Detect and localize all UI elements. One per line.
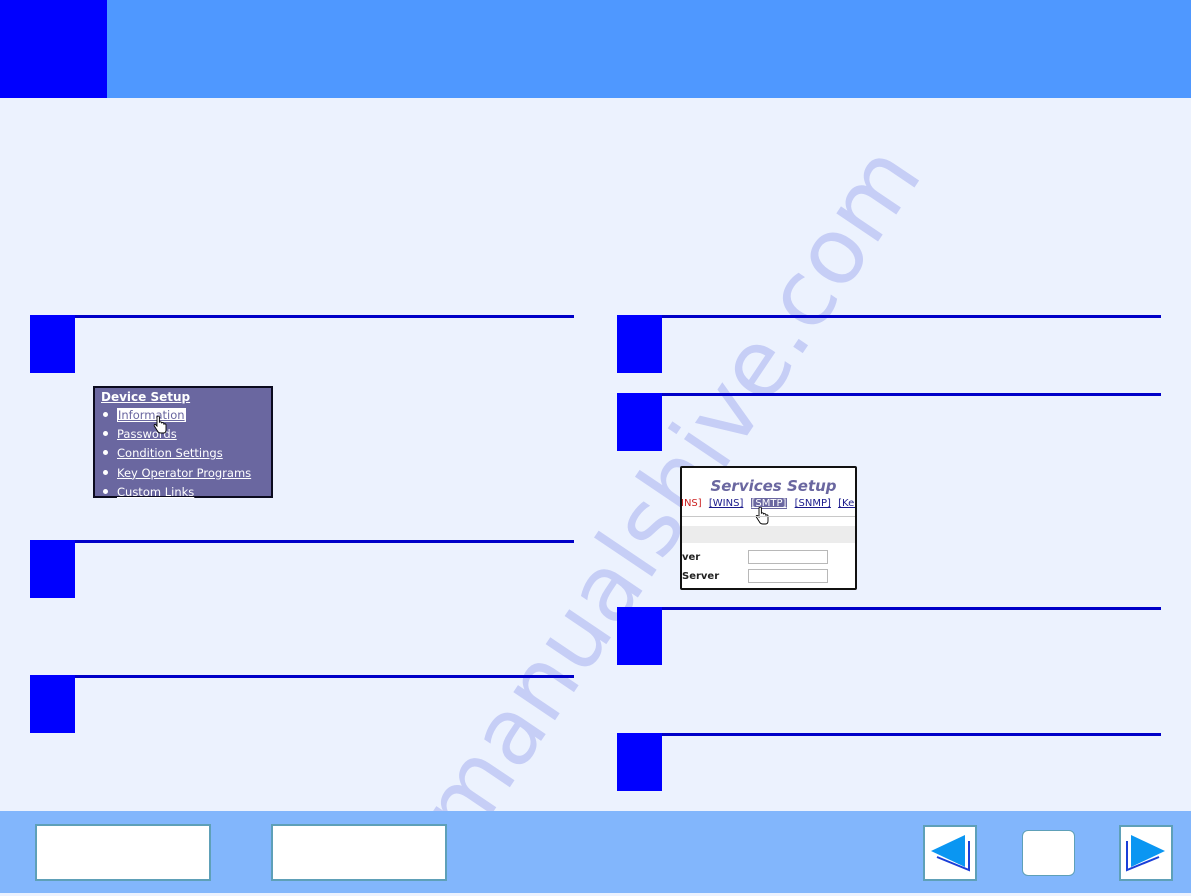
- device-setup-panel: Device Setup Information Passwords Condi…: [93, 386, 273, 499]
- tab-wins[interactable]: [WINS]: [709, 498, 743, 509]
- next-page-button[interactable]: [1119, 825, 1173, 881]
- secondary-server-row: Server: [682, 569, 855, 585]
- step-number: 4: [617, 315, 662, 373]
- step-5: 5: [617, 393, 1161, 451]
- tab-kerberos[interactable]: [Kerber: [838, 498, 855, 509]
- bullet-icon: [103, 412, 108, 417]
- key-operator-programs-link[interactable]: Key Operator Programs: [117, 466, 251, 480]
- step-number: 7: [617, 733, 662, 791]
- step-rule: [662, 733, 1161, 736]
- device-setup-item-passwords[interactable]: Passwords: [101, 425, 251, 444]
- primary-server-input[interactable]: [748, 550, 828, 564]
- section-band: [682, 526, 855, 543]
- step-number: 2: [30, 540, 75, 598]
- step-2: 2: [30, 540, 574, 598]
- tab-dns[interactable]: INS]: [682, 498, 702, 509]
- step-number: 3: [30, 675, 75, 733]
- services-setup-panel: Services Setup INS] [WINS] [SMTP] [SNMP]…: [680, 466, 857, 590]
- device-setup-item-custom-links[interactable]: Custom Links: [101, 483, 251, 502]
- step-number: 5: [617, 393, 662, 451]
- device-setup-item-condition-settings[interactable]: Condition Settings: [101, 444, 251, 463]
- device-setup-menu: Information Passwords Condition Settings…: [101, 406, 251, 502]
- custom-links-link[interactable]: Custom Links: [117, 485, 194, 499]
- step-number: 1: [30, 315, 75, 373]
- footer-nav: [0, 811, 1191, 893]
- chapter-marker: [0, 0, 107, 98]
- tab-snmp[interactable]: [SNMP]: [795, 498, 831, 509]
- bullet-icon: [103, 469, 108, 475]
- step-7: 7: [617, 733, 1161, 791]
- step-rule: [662, 607, 1161, 610]
- right-arrow-icon: [1126, 835, 1165, 872]
- contents-button[interactable]: [35, 824, 211, 881]
- primary-server-label: ver: [682, 552, 701, 563]
- services-tabs: INS] [WINS] [SMTP] [SNMP] [Kerber: [682, 498, 855, 509]
- device-setup-item-information[interactable]: Information: [101, 406, 251, 425]
- step-rule: [662, 315, 1161, 318]
- passwords-link[interactable]: Passwords: [117, 427, 177, 441]
- step-3: 3: [30, 675, 574, 733]
- information-link[interactable]: Information: [117, 408, 186, 422]
- services-setup-title: Services Setup: [710, 477, 837, 495]
- index-button[interactable]: [271, 824, 447, 881]
- previous-page-button[interactable]: [923, 825, 977, 881]
- page-number-box: [1022, 830, 1075, 876]
- step-number: 6: [617, 607, 662, 665]
- condition-settings-link[interactable]: Condition Settings: [117, 446, 223, 460]
- device-setup-title[interactable]: Device Setup: [101, 390, 190, 404]
- primary-server-row: ver: [682, 550, 855, 566]
- device-setup-item-key-operator-programs[interactable]: Key Operator Programs: [101, 464, 251, 483]
- step-6: 6: [617, 607, 1161, 665]
- bullet-icon: [103, 488, 108, 494]
- step-4: 4: [617, 315, 1161, 373]
- bullet-icon: [103, 431, 108, 437]
- secondary-server-label: Server: [682, 571, 720, 582]
- bullet-icon: [103, 450, 108, 456]
- secondary-server-input[interactable]: [748, 569, 828, 583]
- page-header: [0, 0, 1191, 98]
- step-rule: [75, 315, 574, 318]
- step-rule: [75, 540, 574, 543]
- hand-cursor-icon: [153, 416, 167, 434]
- left-arrow-icon: [931, 835, 970, 872]
- step-rule: [75, 675, 574, 678]
- divider: [682, 516, 855, 517]
- step-1: 1: [30, 315, 574, 373]
- step-rule: [662, 393, 1161, 396]
